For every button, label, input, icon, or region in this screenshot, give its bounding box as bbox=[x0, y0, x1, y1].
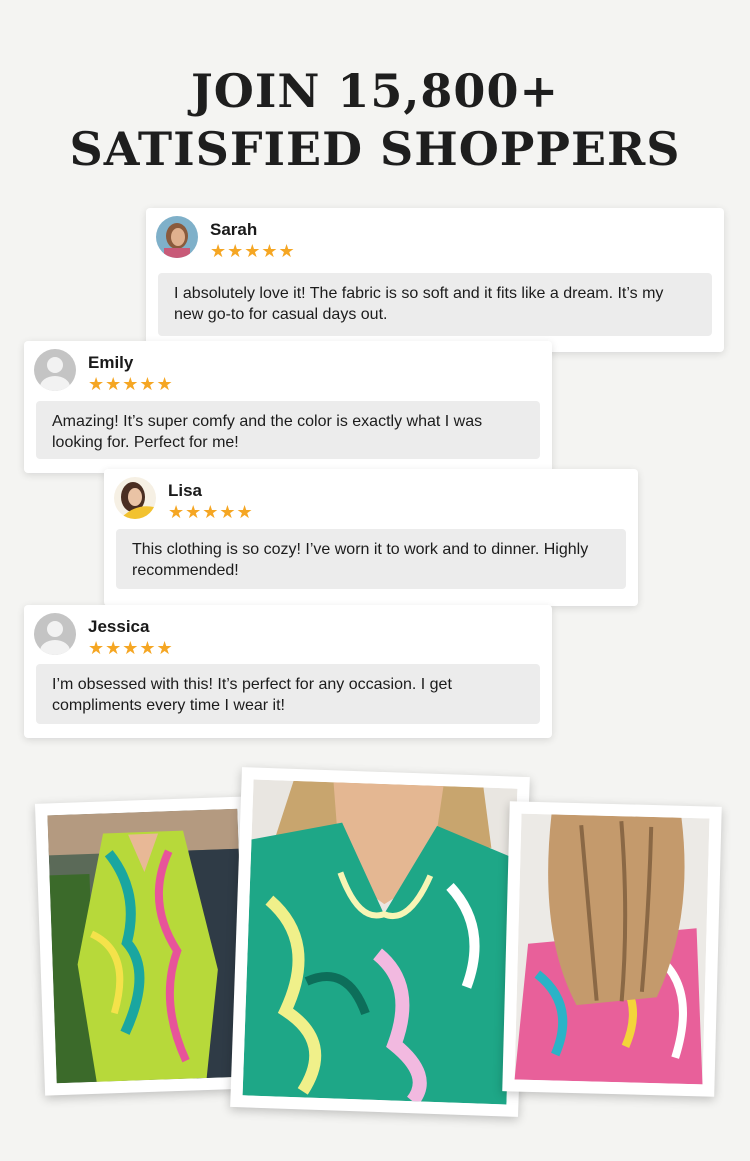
review-text: Amazing! It’s super comfy and the color … bbox=[36, 401, 540, 459]
reviewer-name: Sarah bbox=[210, 220, 258, 239]
headline-line-2: SATISFIED SHOPPERS bbox=[69, 122, 681, 176]
star-rating-icon: ★★★★★ bbox=[88, 638, 174, 658]
reviewer-avatar bbox=[156, 216, 198, 258]
review-text: I absolutely love it! The fabric is so s… bbox=[158, 273, 712, 336]
review-card-lisa: Lisa ★★★★★ This clothing is so cozy! I’v… bbox=[104, 469, 638, 606]
review-card-sarah: Sarah ★★★★★ I absolutely love it! The fa… bbox=[146, 208, 724, 352]
product-photo-right bbox=[502, 801, 722, 1097]
review-card-emily: Emily ★★★★★ Amazing! It’s super comfy an… bbox=[24, 341, 552, 473]
review-card-jessica: Jessica ★★★★★ I’m obsessed with this! It… bbox=[24, 605, 552, 738]
product-photo-left bbox=[34, 796, 260, 1096]
reviewer-name: Emily bbox=[88, 353, 134, 372]
star-rating-icon: ★★★★★ bbox=[88, 374, 174, 394]
review-text: I’m obsessed with this! It’s perfect for… bbox=[36, 664, 540, 724]
reviewer-name: Lisa bbox=[168, 481, 203, 500]
product-photo-center bbox=[230, 767, 530, 1117]
reviewer-name: Jessica bbox=[88, 617, 150, 636]
star-rating-icon: ★★★★★ bbox=[168, 502, 254, 522]
reviewer-avatar bbox=[114, 477, 156, 519]
review-text: This clothing is so cozy! I’ve worn it t… bbox=[116, 529, 626, 589]
star-rating-icon: ★★★★★ bbox=[210, 241, 296, 261]
headline-line-1: JOIN 15,800+ bbox=[190, 64, 559, 118]
default-avatar-icon bbox=[34, 349, 76, 391]
default-avatar-icon bbox=[34, 613, 76, 655]
